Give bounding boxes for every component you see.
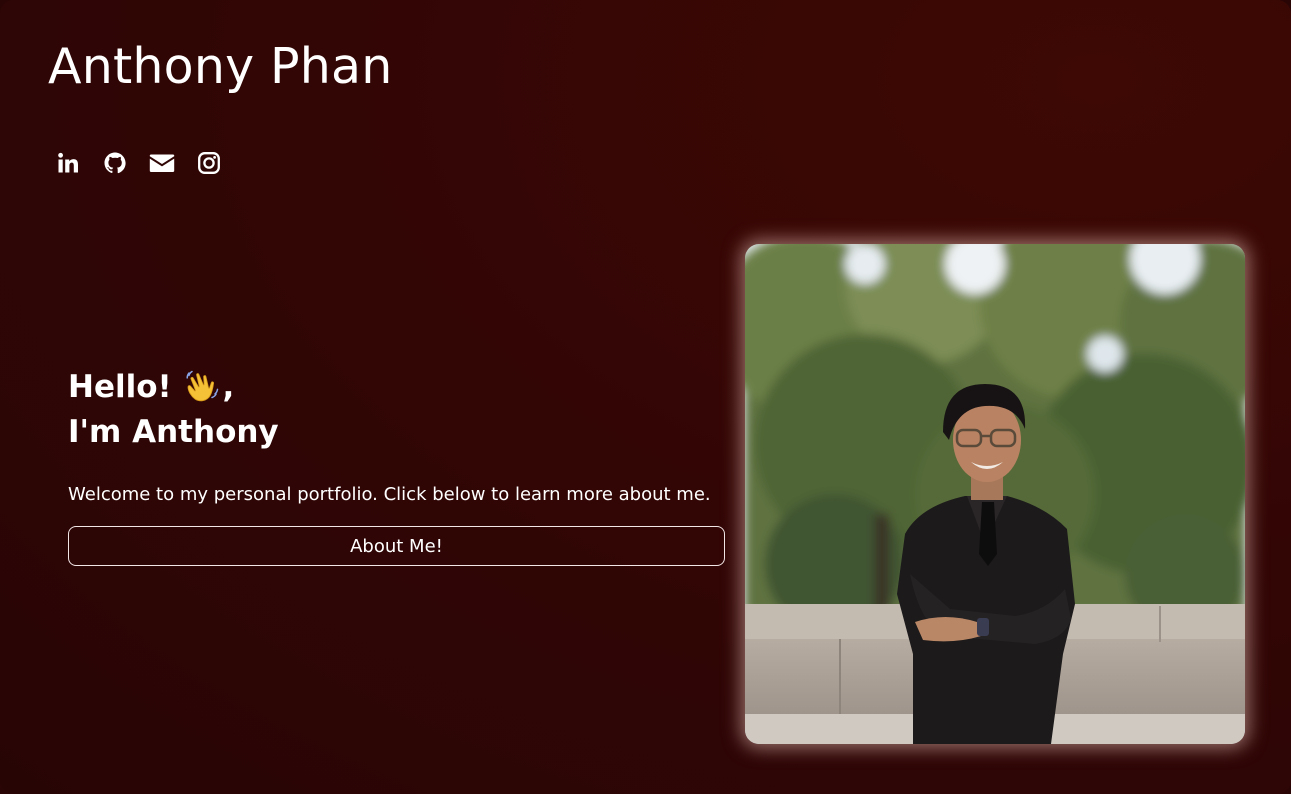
envelope-icon — [149, 152, 175, 174]
wave-icon — [182, 365, 222, 410]
linkedin-icon — [56, 151, 80, 175]
linkedin-link[interactable] — [55, 150, 81, 176]
instagram-icon — [197, 151, 221, 175]
greeting-heading: Hello! , I'm Anthony — [68, 365, 725, 455]
social-links — [55, 150, 243, 176]
portfolio-page: Anthony Phan Hello! , I'm Anthony Welcom… — [0, 0, 1291, 794]
profile-photo — [745, 244, 1245, 744]
greeting-comma: , — [222, 369, 235, 405]
welcome-text: Welcome to my personal portfolio. Click … — [68, 484, 711, 505]
github-icon — [103, 151, 127, 175]
greeting-name: I'm Anthony — [68, 414, 279, 450]
github-link[interactable] — [102, 150, 128, 176]
instagram-link[interactable] — [196, 150, 222, 176]
greeting-hello: Hello! — [68, 369, 172, 405]
hero-section: Hello! , I'm Anthony Welcome to my perso… — [68, 365, 725, 567]
site-title: Anthony Phan — [48, 38, 393, 95]
email-link[interactable] — [149, 150, 175, 176]
about-me-button[interactable]: About Me! — [68, 526, 725, 567]
